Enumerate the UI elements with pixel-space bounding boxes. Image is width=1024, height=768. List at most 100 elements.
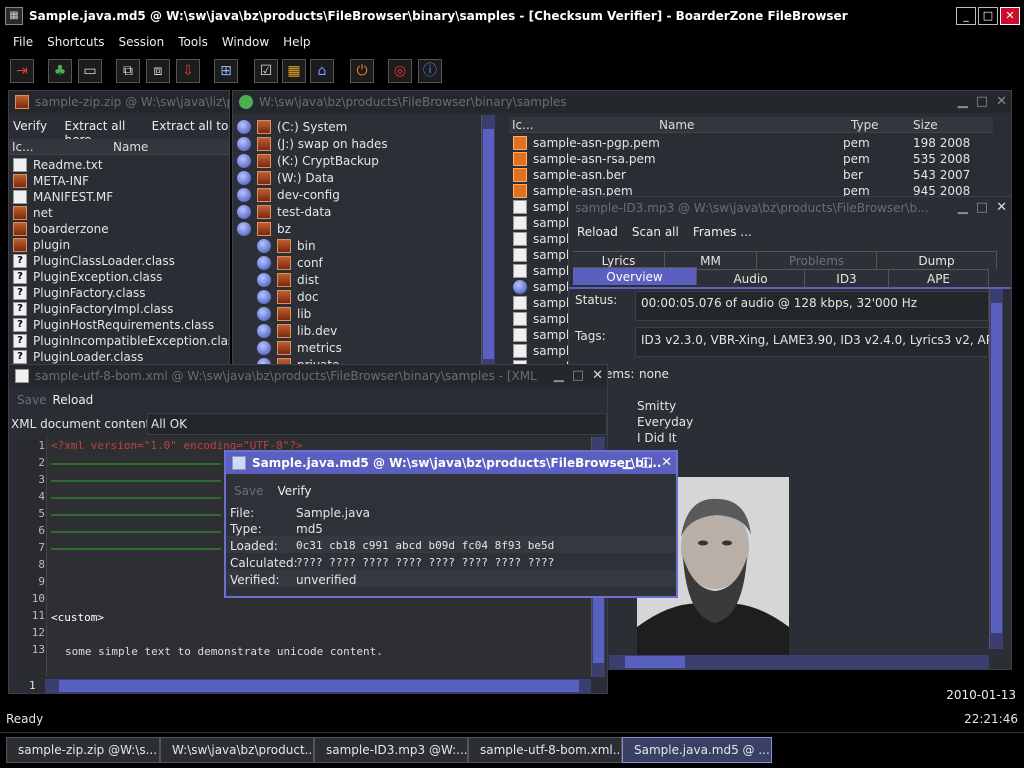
frame-close-icon[interactable]: ✕ bbox=[592, 368, 603, 383]
menu-session[interactable]: Session bbox=[118, 35, 164, 49]
scan-all-button[interactable]: Scan all bbox=[632, 225, 679, 239]
list-item[interactable]: ? PluginLoader.class bbox=[13, 349, 229, 365]
table-row[interactable]: sample-asn.ber ber 543 2007 bbox=[513, 167, 993, 183]
home-icon[interactable]: ⌂ bbox=[310, 59, 334, 83]
tree-scrollbar[interactable] bbox=[481, 115, 495, 369]
tree-node[interactable]: metrics bbox=[257, 340, 495, 356]
folder-icon bbox=[13, 206, 27, 220]
task-zip[interactable]: sample-zip.zip @W:\s... bbox=[6, 737, 160, 763]
list-item[interactable]: plugin bbox=[13, 237, 229, 253]
frame-close-icon[interactable]: ✕ bbox=[996, 94, 1007, 109]
list-item[interactable]: ? PluginException.class bbox=[13, 269, 229, 285]
checklist-icon[interactable]: ☑ bbox=[254, 59, 278, 83]
menu-file[interactable]: File bbox=[13, 35, 33, 49]
frame-maximize-icon[interactable]: □ bbox=[976, 200, 988, 215]
save-button[interactable]: Save bbox=[17, 393, 46, 407]
tree-node[interactable]: doc bbox=[257, 289, 495, 305]
frame-maximize-icon[interactable]: □ bbox=[976, 94, 988, 109]
col-name-header[interactable]: Name bbox=[113, 140, 148, 154]
tab-dump[interactable]: Dump bbox=[877, 251, 997, 269]
save-button[interactable]: Save bbox=[234, 484, 263, 498]
tab-audio[interactable]: Audio bbox=[697, 269, 805, 287]
tab-problems[interactable]: Problems bbox=[757, 251, 877, 269]
table-row[interactable]: sample-asn-pgp.pem pem 198 2008 bbox=[513, 135, 993, 151]
close-button[interactable]: ✕ bbox=[1000, 7, 1020, 25]
tree-node[interactable]: dev-config bbox=[237, 187, 495, 203]
verify-button[interactable]: Verify bbox=[277, 484, 311, 498]
browser-frame-title[interactable]: W:\sw\java\bz\products\FileBrowser\binar… bbox=[233, 91, 1011, 113]
cascade-icon[interactable]: ⧉ bbox=[116, 59, 140, 83]
frame-close-icon[interactable]: ✕ bbox=[996, 200, 1007, 215]
list-item[interactable]: ? PluginIncompatibleException.class bbox=[13, 333, 229, 349]
frame-minimize-icon[interactable]: ▁ bbox=[623, 455, 633, 470]
frame-close-icon[interactable]: ✕ bbox=[661, 455, 672, 470]
table-row[interactable]: sample-asn-rsa.pem pem 535 2008 bbox=[513, 151, 993, 167]
list-item[interactable]: ? PluginFactory.class bbox=[13, 285, 229, 301]
col-size-header[interactable]: Size bbox=[913, 118, 938, 132]
tile-icon[interactable]: ⧈ bbox=[146, 59, 170, 83]
reload-button[interactable]: Reload bbox=[577, 225, 618, 239]
id3-scrollbar[interactable] bbox=[989, 289, 1003, 649]
col-name-header[interactable]: Name bbox=[659, 118, 694, 132]
frame-maximize-icon[interactable]: □ bbox=[641, 455, 653, 470]
frame-maximize-icon[interactable]: □ bbox=[572, 368, 584, 383]
tree-node[interactable]: (K:) CryptBackup bbox=[237, 153, 495, 169]
tab-ape[interactable]: APE bbox=[889, 269, 989, 287]
reload-button[interactable]: Reload bbox=[52, 393, 93, 407]
tree-node[interactable]: lib bbox=[257, 306, 495, 322]
maximize-button[interactable]: □ bbox=[978, 7, 998, 25]
tree-icon[interactable]: ♣ bbox=[48, 59, 72, 83]
xml-horizontal-scrollbar[interactable] bbox=[45, 679, 591, 693]
col-icon-header[interactable]: Ic... bbox=[12, 140, 34, 154]
exit-icon[interactable]: ⇥ bbox=[10, 59, 34, 83]
list-item[interactable]: net bbox=[13, 205, 229, 221]
frames-button[interactable]: Frames ... bbox=[693, 225, 752, 239]
minimize-button[interactable]: _ bbox=[956, 7, 976, 25]
menu-window[interactable]: Window bbox=[222, 35, 269, 49]
frame-minimize-icon[interactable]: ▁ bbox=[958, 94, 968, 109]
list-item[interactable]: MANIFEST.MF bbox=[13, 189, 229, 205]
text-file-icon bbox=[13, 158, 27, 172]
window-icon[interactable]: ▭ bbox=[78, 59, 102, 83]
list-item[interactable]: ? PluginClassLoader.class bbox=[13, 253, 229, 269]
task-xml[interactable]: sample-utf-8-bom.xml... bbox=[468, 737, 622, 763]
list-item[interactable]: ? PluginHostRequirements.class bbox=[13, 317, 229, 333]
list-item[interactable]: Readme.txt bbox=[13, 157, 229, 173]
menu-shortcuts[interactable]: Shortcuts bbox=[47, 35, 104, 49]
zip-frame-title[interactable]: sample-zip.zip @ W:\sw\java\liz\pr bbox=[9, 91, 229, 113]
app-icon[interactable]: ▦ bbox=[5, 7, 23, 25]
minimize-all-icon[interactable]: ⇩ bbox=[176, 59, 200, 83]
list-item[interactable]: boarderzone bbox=[13, 221, 229, 237]
checksum-frame-title[interactable]: Sample.java.md5 @ W:\sw\java\bz\products… bbox=[226, 452, 676, 474]
tree-node[interactable]: bin bbox=[257, 238, 495, 254]
lifebuoy-icon[interactable]: ◎ bbox=[388, 59, 412, 83]
menu-help[interactable]: Help bbox=[283, 35, 310, 49]
tab-overview[interactable]: Overview bbox=[573, 267, 697, 285]
xml-frame-title[interactable]: sample-utf-8-bom.xml @ W:\sw\java\bz\pro… bbox=[9, 365, 607, 387]
network-icon[interactable]: ⊞ bbox=[214, 59, 238, 83]
col-type-header[interactable]: Type bbox=[851, 118, 879, 132]
list-item[interactable]: ? PluginFactoryImpl.class bbox=[13, 301, 229, 317]
tab-id3[interactable]: ID3 bbox=[805, 269, 889, 287]
list-item[interactable]: META-INF bbox=[13, 173, 229, 189]
tree-node[interactable]: bz bbox=[237, 221, 495, 237]
palette-icon[interactable]: ▦ bbox=[282, 59, 306, 83]
menu-tools[interactable]: Tools bbox=[178, 35, 208, 49]
frame-minimize-icon[interactable]: ▁ bbox=[554, 368, 564, 383]
tree-node[interactable]: (J:) swap on hades bbox=[237, 136, 495, 152]
id3-horizontal-scrollbar[interactable] bbox=[609, 655, 989, 669]
tree-node[interactable]: (W:) Data bbox=[237, 170, 495, 186]
col-icon-header[interactable]: Ic... bbox=[512, 118, 534, 132]
task-browser[interactable]: W:\sw\java\bz\product... bbox=[160, 737, 314, 763]
info-icon[interactable]: ⓘ bbox=[418, 59, 442, 83]
tree-node[interactable]: conf bbox=[257, 255, 495, 271]
tree-node[interactable]: (C:) System bbox=[237, 119, 495, 135]
tree-node[interactable]: test-data bbox=[237, 204, 495, 220]
tree-node[interactable]: lib.dev bbox=[257, 323, 495, 339]
id3-frame-title[interactable]: sample-ID3.mp3 @ W:\sw\java\bz\products\… bbox=[569, 197, 1011, 219]
frame-minimize-icon[interactable]: ▁ bbox=[958, 200, 968, 215]
power-icon[interactable]: ⏻ bbox=[350, 59, 374, 83]
tree-node[interactable]: dist bbox=[257, 272, 495, 288]
task-checksum[interactable]: Sample.java.md5 @ ... bbox=[622, 737, 772, 763]
task-id3[interactable]: sample-ID3.mp3 @W:... bbox=[314, 737, 468, 763]
